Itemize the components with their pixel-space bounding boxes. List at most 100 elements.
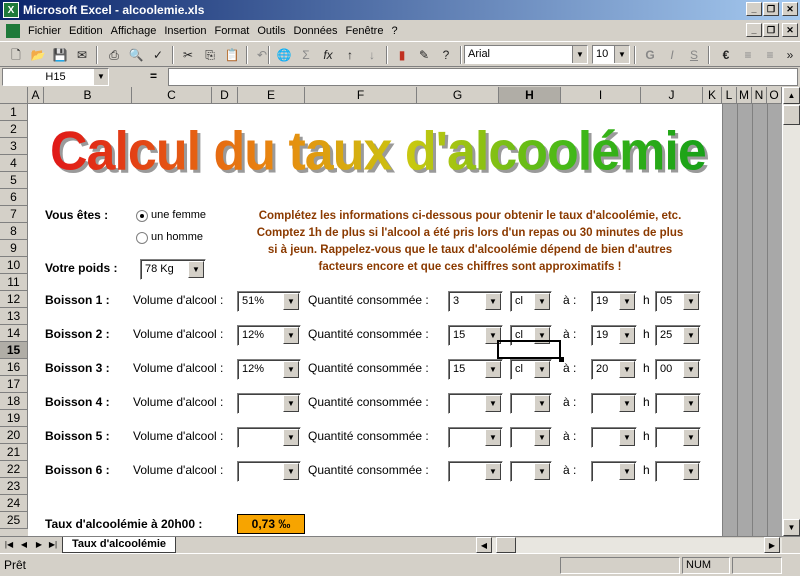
prev-sheet-icon[interactable]: ◀ — [17, 538, 31, 552]
fill-handle[interactable] — [559, 357, 564, 362]
sort-asc-icon[interactable]: ↑ — [340, 46, 360, 64]
volume-select[interactable]: ▼ — [237, 393, 301, 414]
volume-select[interactable]: 12% ▼ — [237, 325, 301, 346]
unite-select[interactable]: cl ▼ — [510, 359, 552, 380]
row-header[interactable]: 10 — [0, 257, 28, 274]
print-icon[interactable]: ⎙ — [104, 46, 124, 64]
chevron-down-icon[interactable]: ▼ — [683, 429, 699, 446]
scroll-right-icon[interactable]: ▶ — [764, 537, 780, 553]
chevron-down-icon[interactable]: ▼ — [283, 327, 299, 344]
chevron-down-icon[interactable]: ▼ — [485, 395, 501, 412]
row-header[interactable]: 15 — [0, 342, 28, 359]
align-icon[interactable]: ≡ — [738, 46, 758, 64]
row-header[interactable]: 17 — [0, 376, 28, 393]
maximize-button[interactable]: ❐ — [763, 2, 779, 16]
quantite-select[interactable]: ▼ — [448, 393, 503, 414]
chevron-down-icon[interactable]: ▼ — [534, 429, 550, 446]
minute-select[interactable]: ▼ — [655, 393, 701, 414]
next-sheet-icon[interactable]: ▶ — [32, 538, 46, 552]
row-header[interactable]: 5 — [0, 172, 28, 189]
row-header[interactable]: 9 — [0, 240, 28, 257]
chevron-down-icon[interactable]: ▼ — [283, 429, 299, 446]
radio-homme[interactable] — [136, 232, 148, 244]
sort-desc-icon[interactable]: ↓ — [362, 46, 382, 64]
row-header[interactable]: 11 — [0, 274, 28, 291]
chevron-down-icon[interactable]: ▼ — [485, 429, 501, 446]
chevron-down-icon[interactable]: ▼ — [534, 463, 550, 480]
menu-edition[interactable]: Edition — [65, 25, 107, 37]
radio-femme-label[interactable]: une femme — [151, 209, 206, 221]
menu-format[interactable]: Format — [211, 25, 254, 37]
align-center-icon[interactable]: ≡ — [760, 46, 780, 64]
chevron-down-icon[interactable]: ▼ — [683, 463, 699, 480]
column-header[interactable]: J — [641, 87, 703, 104]
row-header[interactable]: 19 — [0, 410, 28, 427]
chevron-down-icon[interactable]: ▼ — [619, 361, 635, 378]
chevron-down-icon[interactable]: ▼ — [283, 361, 299, 378]
chevron-down-icon[interactable]: ▼ — [283, 293, 299, 310]
vertical-scrollbar[interactable]: ▲ ▼ — [782, 87, 800, 537]
unite-select[interactable]: ▼ — [510, 427, 552, 448]
column-header[interactable]: C — [132, 87, 212, 104]
document-icon[interactable] — [6, 23, 20, 38]
doc-restore-button[interactable]: ❐ — [763, 23, 779, 37]
chevron-down-icon[interactable]: ▼ — [619, 327, 635, 344]
column-header[interactable]: K — [703, 87, 722, 104]
menu-donnees[interactable]: Données — [290, 25, 342, 37]
volume-select[interactable]: ▼ — [237, 461, 301, 482]
formula-input[interactable] — [168, 68, 798, 86]
quantite-select[interactable]: 3 ▼ — [448, 291, 503, 312]
doc-close-button[interactable]: ✕ — [782, 23, 798, 37]
save-icon[interactable]: 💾 — [50, 46, 70, 64]
column-header[interactable]: M — [737, 87, 752, 104]
column-header[interactable]: N — [752, 87, 767, 104]
menu-outils[interactable]: Outils — [253, 25, 289, 37]
last-sheet-icon[interactable]: ▶| — [46, 538, 60, 552]
help-icon[interactable]: ? — [436, 46, 456, 64]
menu-fenetre[interactable]: Fenêtre — [342, 25, 388, 37]
unite-select[interactable]: cl ▼ — [510, 291, 552, 312]
row-header[interactable]: 22 — [0, 461, 28, 478]
chevron-down-icon[interactable]: ▼ — [485, 293, 501, 310]
underline-button[interactable]: S — [684, 46, 704, 64]
print-preview-icon[interactable]: 🔍 — [126, 46, 146, 64]
scroll-down-icon[interactable]: ▼ — [783, 519, 800, 536]
drawing-icon[interactable]: ✎ — [414, 46, 434, 64]
radio-homme-label[interactable]: un homme — [151, 231, 203, 243]
select-all-corner[interactable] — [0, 87, 28, 104]
quantite-select[interactable]: ▼ — [448, 427, 503, 448]
heure-select[interactable]: 19 ▼ — [591, 291, 637, 312]
function-icon[interactable]: fx — [318, 46, 338, 64]
active-cell-selection[interactable] — [497, 340, 561, 359]
chevron-down-icon[interactable]: ▼ — [188, 261, 204, 278]
row-header[interactable]: 21 — [0, 444, 28, 461]
chevron-down-icon[interactable]: ▼ — [683, 327, 699, 344]
doc-minimize-button[interactable]: _ — [746, 23, 762, 37]
scroll-thumb[interactable] — [783, 105, 800, 125]
row-header[interactable]: 18 — [0, 393, 28, 410]
minute-select[interactable]: 25 ▼ — [655, 325, 701, 346]
font-size-select[interactable]: 10 ▼ — [592, 45, 630, 64]
row-header[interactable]: 3 — [0, 138, 28, 155]
chevron-down-icon[interactable]: ▼ — [619, 395, 635, 412]
heure-select[interactable]: 20 ▼ — [591, 359, 637, 380]
menu-fichier[interactable]: Fichier — [24, 25, 65, 37]
chevron-down-icon[interactable]: ▼ — [683, 361, 699, 378]
copy-icon[interactable]: ⎘ — [200, 46, 220, 64]
autosum-icon[interactable]: Σ — [296, 46, 316, 64]
first-sheet-icon[interactable]: |◀ — [2, 538, 16, 552]
menu-affichage[interactable]: Affichage — [107, 25, 161, 37]
row-header[interactable]: 24 — [0, 495, 28, 512]
close-button[interactable]: ✕ — [782, 2, 798, 16]
toolbar-options-icon[interactable]: » — [780, 46, 800, 64]
heure-select[interactable]: ▼ — [591, 427, 637, 448]
chart-wizard-icon[interactable]: ▮ — [392, 46, 412, 64]
row-header[interactable]: 1 — [0, 104, 28, 121]
hyperlink-icon[interactable]: 🌐 — [274, 46, 294, 64]
email-icon[interactable]: ✉ — [72, 46, 92, 64]
unite-select[interactable]: ▼ — [510, 461, 552, 482]
name-box[interactable]: H15 ▼ — [2, 68, 109, 86]
column-header[interactable]: H — [499, 87, 561, 104]
horizontal-scrollbar[interactable]: ◀ ▶ — [476, 537, 782, 553]
volume-select[interactable]: 12% ▼ — [237, 359, 301, 380]
